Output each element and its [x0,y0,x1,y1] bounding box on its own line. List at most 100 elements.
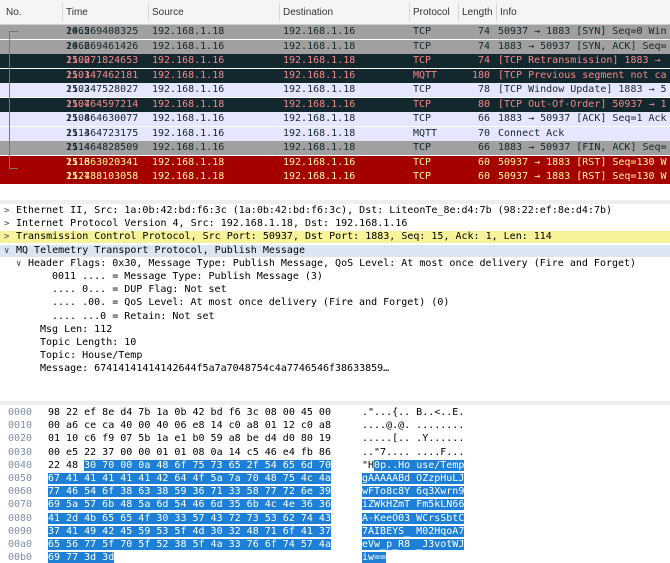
packet-row[interactable]: 1118 25.663020341 192.168.1.18 192.168.1.16… [0,155,670,170]
detail-tree-item[interactable]: .... ...0 = Retain: Not set [0,311,670,323]
packet-source-cell: 192.168.1.16 [152,142,225,153]
detail-tree-item[interactable]: > Internet Protocol Version 4, Src: 192.1… [0,218,670,230]
hex-offset: 0040 [8,459,33,471]
column-header-info[interactable]: Info [500,7,517,18]
detail-tree-item[interactable]: > Transmission Control Protocol, Src Port… [0,231,670,244]
packet-row[interactable]: 1102 25.347528027 192.168.1.16 192.168.1.18… [0,83,670,97]
pane-splitter-bottom[interactable] [0,401,670,405]
hex-offset: 0050 [8,473,33,484]
hex-offset: 00a0 [8,539,33,550]
ascii-selected: iZWkHZmT Fm5kLN66 [362,499,465,511]
packet-protocol-cell: TCP [413,55,432,66]
packet-source-cell: 192.168.1.16 [152,113,225,124]
column-header-length[interactable]: Length [462,7,493,18]
packet-destination-cell: 192.168.1.18 [283,40,356,52]
detail-tree-label: Msg Len: 112 [40,323,113,335]
packet-row[interactable]: 1107 25.464597214 192.168.1.18 192.168.1.16… [0,97,670,112]
hex-bytes[interactable]: 65 56 77 5f 70 5f 52 38 5f 4a 33 76 6f 7… [48,538,331,552]
packet-source-cell: 192.168.1.18 [152,26,225,37]
packet-row[interactable]: 1114 25.464828509 192.168.1.16 192.168.1.18… [0,141,670,155]
packet-source-cell: 192.168.1.18 [152,69,225,81]
detail-tree-item[interactable]: Topic: House/Temp [0,350,670,362]
ascii-bytes[interactable]: .."7.... ....F... [362,446,464,460]
hex-bytes-plain: 00 e5 22 37 00 00 01 01 08 0a 14 c5 46 e… [48,446,331,458]
packet-row[interactable]: 1066 24.269461426 192.168.1.16 192.168.1.18… [0,39,670,54]
hex-bytes[interactable]: 37 41 49 42 45 59 53 5f 4d 30 32 48 71 6… [48,525,331,539]
collapsed-arrow-icon[interactable]: > [4,218,9,230]
collapsed-arrow-icon[interactable]: > [4,205,9,217]
packet-length-cell: 66 [477,113,490,124]
ascii-bytes[interactable]: gAAAAABd OZzpHuLJ [362,472,465,486]
detail-tree-item[interactable]: Msg Len: 112 [0,324,670,336]
related-frames-bracket-start [9,31,18,32]
ascii-bytes[interactable]: ."...{.. B..<..E. [362,406,464,420]
collapsed-arrow-icon[interactable]: > [4,231,9,243]
detail-tree-label: Topic Length: 10 [40,337,137,348]
column-header-protocol[interactable]: Protocol [413,7,450,18]
ascii-bytes[interactable]: eVw_p_R8 _J3votWJ [362,538,465,552]
ascii-bytes[interactable]: wFTo8c8Y 6q3Xwrn9 [362,485,465,499]
ascii-bytes[interactable]: .....[.. .Y...... [362,432,464,446]
hex-bytes[interactable]: 69 77 3d 3d [48,551,115,563]
ascii-bytes[interactable]: A-KeeO03 WCrsSbtC [362,512,465,526]
hex-offset: 0020 [8,433,33,445]
hex-bytes[interactable]: 98 22 ef 8e d4 7b 1a 0b 42 bd f6 3c 08 0… [48,406,331,420]
hex-bytes[interactable]: 22 48 30 70 00 0a 48 6f 75 73 65 2f 54 6… [48,459,331,473]
packet-details-pane[interactable]: > Ethernet II, Src: 1a:0b:42:bd:f6:3c (1a… [0,205,670,400]
packet-length-cell: 60 [477,156,490,168]
column-header-time[interactable]: Time [66,7,88,18]
packet-source-cell: 192.168.1.16 [152,127,225,139]
column-header-source[interactable]: Source [152,7,184,18]
column-header-no[interactable]: No. [6,7,22,18]
packet-destination-cell: 192.168.1.18 [283,55,356,66]
packet-protocol-cell: TCP [413,98,432,110]
column-header-destination[interactable]: Destination [283,7,333,18]
ascii-bytes[interactable]: iZWkHZmT Fm5kLN66 [362,498,465,512]
detail-tree-item[interactable]: .... 0... = DUP Flag: Not set [0,284,670,296]
packet-info-cell: [TCP Window Update] 1883 → 5 [498,84,667,95]
detail-tree-item[interactable]: 0011 .... = Message Type: Publish Messag… [0,271,670,283]
detail-tree-item[interactable]: .... .00. = QoS Level: At most once deli… [0,297,670,309]
hex-bytes[interactable]: 41 2d 4b 65 65 4f 30 33 57 43 72 73 53 6… [48,512,331,526]
hex-bytes[interactable]: 01 10 c6 f9 07 5b 1a e1 b0 59 a8 be d4 d… [48,432,331,446]
detail-tree-label: Message: 67414141414142644f5a7a7048754c4… [40,363,390,375]
detail-tree-item[interactable]: Topic Length: 10 [0,337,670,349]
packet-row[interactable]: 1100 25.271824653 192.168.1.16 192.168.1.18… [0,54,670,68]
packet-list-pane[interactable]: No. Time Source Destination Protocol Len… [0,0,670,188]
detail-tree-item[interactable]: Message: 67414141414142644f5a7a7048754c4… [0,363,670,375]
packet-time-cell: 25.347528027 [66,84,139,95]
packet-length-cell: 66 [477,142,490,153]
expanded-arrow-icon[interactable]: ∨ [16,258,21,270]
hex-dump-line: 0020 01 10 c6 f9 07 5b 1a e1 b0 59 a8 be … [0,432,670,446]
hex-bytes[interactable]: 69 5a 57 6b 48 5a 6d 54 46 6d 35 6b 4c 4… [48,498,331,512]
ascii-bytes[interactable]: 7AIBEYS_ M02HqoA7 [362,525,465,539]
packet-row[interactable]: 1124 25.788103058 192.168.1.18 192.168.1.16… [0,170,670,184]
packet-source-cell: 192.168.1.18 [152,98,225,110]
hex-bytes[interactable]: 77 46 54 6f 38 63 38 59 36 71 33 58 77 7… [48,485,331,499]
detail-tree-item[interactable]: > Ethernet II, Src: 1a:0b:42:bd:f6:3c (1a… [0,205,670,217]
packet-row[interactable]: 1065 24.269408325 192.168.1.18 192.168.1.16… [0,25,670,39]
packet-length-cell: 180 [471,69,490,81]
pane-splitter-top[interactable] [0,200,670,204]
hex-bytes[interactable]: 00 a6 ce ca 40 00 40 06 e8 14 c0 a8 01 1… [48,419,331,433]
detail-tree-item[interactable]: ∨ Header Flags: 0x30, Message Type: Publi… [0,258,670,270]
detail-tree-item[interactable]: ∨ MQ Telemetry Transport Protocol, Publis… [0,244,670,257]
ascii-bytes[interactable]: ....@.@. ........ [362,419,464,433]
detail-tree-label: .... .00. = QoS Level: At most once deli… [52,297,450,309]
hex-bytes-selected: 65 56 77 5f 70 5f 52 38 5f 4a 33 76 6f 7… [48,539,331,550]
hex-bytes[interactable]: 67 41 41 41 41 41 42 64 4f 5a 7a 70 48 7… [48,472,331,486]
hex-bytes[interactable]: 00 e5 22 37 00 00 01 01 08 0a 14 c5 46 e… [48,446,331,460]
hex-offset: 0080 [8,512,33,524]
packet-protocol-cell: TCP [413,142,432,153]
packet-row[interactable]: 1101 25.347462181 192.168.1.18 192.168.1.16… [0,68,670,83]
detail-tree-label: Transmission Control Protocol, Src Port:… [16,231,552,243]
hex-bytes-plain: 22 48 [48,459,85,471]
packet-destination-cell: 192.168.1.16 [283,26,356,37]
packet-destination-cell: 192.168.1.16 [283,171,356,182]
packet-row[interactable]: 1108 25.464630077 192.168.1.16 192.168.1.18… [0,112,670,126]
packet-row[interactable]: 1113 25.464723175 192.168.1.16 192.168.1.18… [0,126,670,141]
ascii-bytes[interactable]: iw== [362,551,387,563]
packet-bytes-pane[interactable]: 0000 98 22 ef 8e d4 7b 1a 0b 42 bd f6 3c … [0,406,670,563]
ascii-bytes[interactable]: "H0p..Ho use/Temp [362,459,465,473]
expanded-arrow-icon[interactable]: ∨ [4,245,9,257]
